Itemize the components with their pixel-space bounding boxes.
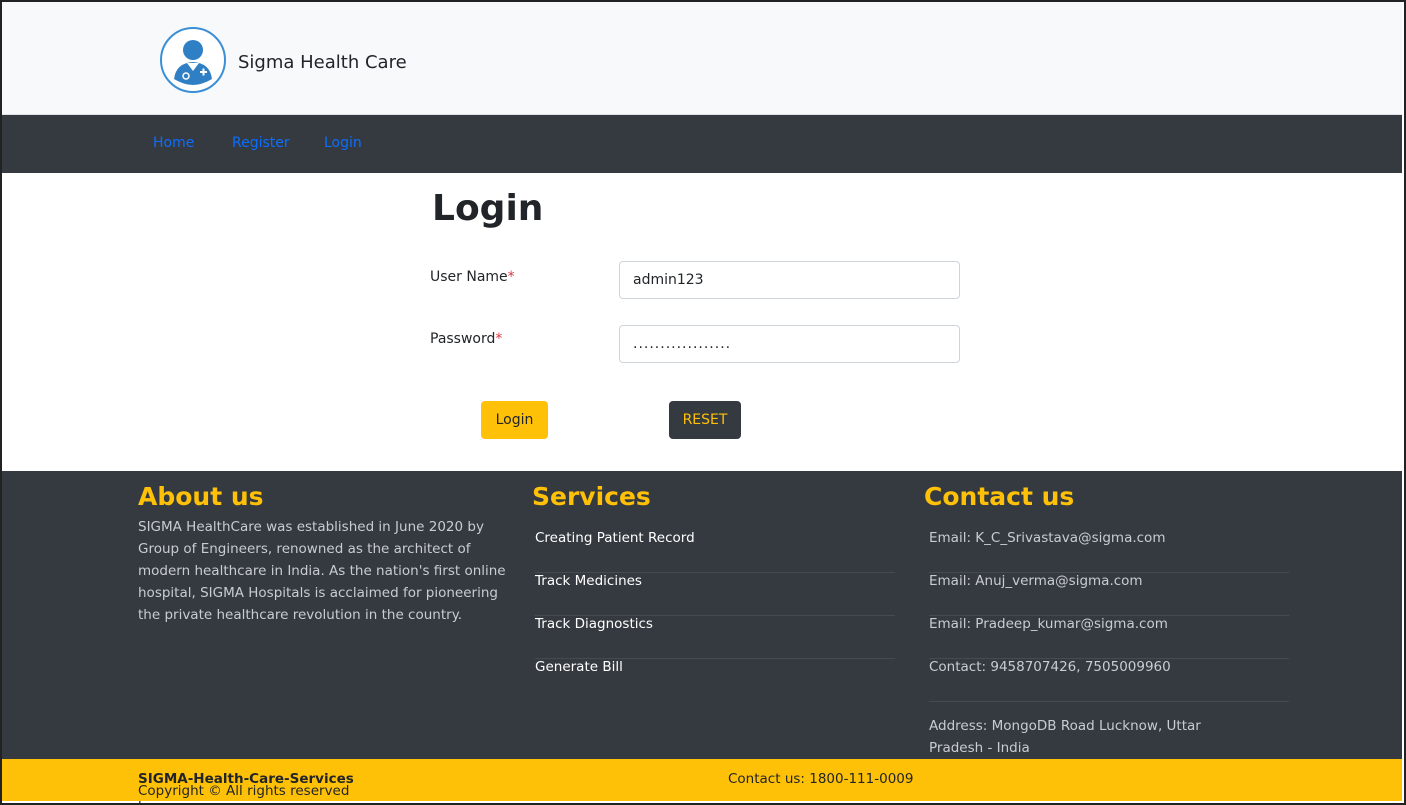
doctor-avatar-icon[interactable] — [160, 27, 226, 93]
nav-login-link[interactable]: Login — [324, 135, 362, 151]
nav-register-link[interactable]: Register — [232, 135, 290, 151]
required-marker: * — [507, 269, 515, 285]
contact-email-3[interactable]: Email: Pradeep_kumar@sigma.com — [929, 616, 1289, 659]
about-title: About us — [138, 482, 264, 511]
password-input[interactable] — [619, 325, 960, 363]
nav-home-link[interactable]: Home — [153, 135, 194, 151]
username-label-text: User Name — [430, 269, 508, 285]
contact-list: Email: K_C_Srivastava@sigma.com Email: A… — [929, 530, 1289, 756]
username-label: User Name* — [430, 269, 515, 285]
page-title: Login — [432, 188, 544, 229]
hotline-text: Contact us: 1800-111-0009 — [728, 771, 914, 787]
about-text: SIGMA HealthCare was established in June… — [138, 519, 506, 623]
username-input[interactable] — [619, 261, 960, 299]
password-label-text: Password — [430, 331, 496, 347]
copyright-prefix: Copyright © All rights reserved by — [138, 783, 350, 805]
login-button[interactable]: Login — [481, 401, 548, 439]
required-marker: * — [495, 331, 503, 347]
service-item[interactable]: Generate Bill — [535, 659, 895, 702]
contact-title: Contact us — [924, 482, 1075, 511]
site-footer: About us SIGMA HealthCare was establishe… — [2, 471, 1402, 759]
copyright-bar: Copyright © All rights reserved by SIGMA… — [2, 759, 1402, 805]
contact-address: Address: MongoDB Road Lucknow, Uttar Pra… — [929, 718, 1201, 756]
reset-button[interactable]: RESET — [669, 401, 741, 439]
password-label: Password* — [430, 331, 502, 347]
main-nav: Home Register Login — [2, 115, 1402, 173]
service-item[interactable]: Track Medicines — [535, 573, 895, 616]
service-item[interactable]: Creating Patient Record — [535, 530, 895, 573]
services-list: Creating Patient Record Track Medicines … — [535, 530, 895, 702]
service-item[interactable]: Track Diagnostics — [535, 616, 895, 659]
services-title: Services — [532, 482, 651, 511]
contact-email-2[interactable]: Email: Anuj_verma@sigma.com — [929, 573, 1289, 616]
contact-email-1[interactable]: Email: K_C_Srivastava@sigma.com — [929, 530, 1289, 573]
brand-name[interactable]: Sigma Health Care — [238, 52, 407, 73]
contact-phone[interactable]: Contact: 9458707426, 7505009960 — [929, 659, 1289, 702]
copyright-text: Copyright © All rights reserved by SIGMA… — [138, 771, 354, 805]
site-header: Sigma Health Care — [2, 2, 1402, 115]
